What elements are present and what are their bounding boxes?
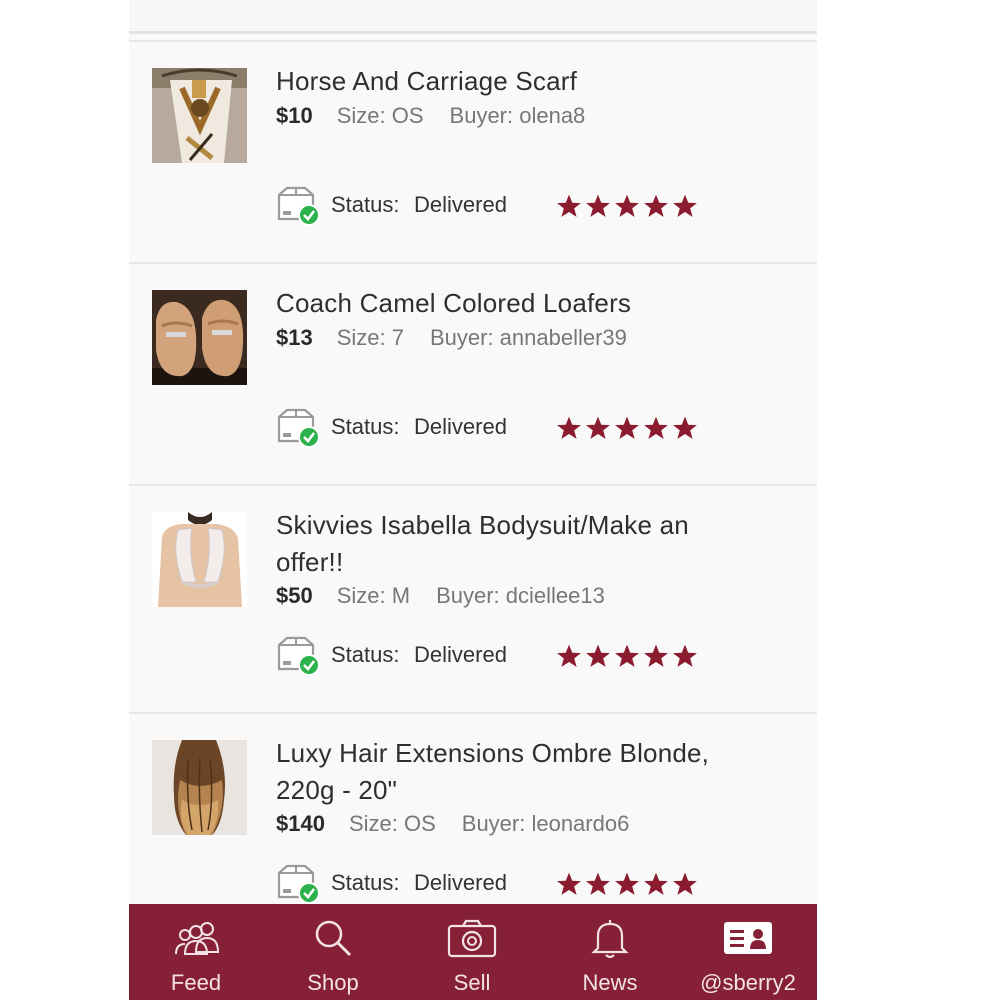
- item-title-line: offer!!: [276, 547, 344, 577]
- app-screen: Horse And Carriage Scarf $10 Size: OS Buye…: [129, 0, 817, 1000]
- star-icon: [615, 194, 639, 217]
- star-icon: [557, 644, 581, 667]
- item-thumbnail[interactable]: [152, 740, 247, 835]
- star-icon: [673, 416, 697, 439]
- item-title[interactable]: Coach Camel Colored Loafers: [276, 285, 776, 322]
- item-size: Size: OS: [336, 103, 424, 128]
- camera-icon: [447, 919, 497, 958]
- item-size: Size: OS: [348, 811, 436, 836]
- star-icon: [673, 644, 697, 667]
- status-value: Delivered: [414, 414, 507, 439]
- top-bar: [129, 0, 817, 34]
- profile-card-icon: [724, 922, 772, 954]
- item-buyer: Buyer: dciellee13: [436, 583, 605, 608]
- tab-profile[interactable]: @sberry2: [683, 904, 813, 1000]
- delivered-package-icon: [277, 186, 320, 226]
- rating-stars: [556, 193, 706, 219]
- item-meta: $10 Size: OS Buyer: olena8: [276, 101, 585, 131]
- status-value: Delivered: [414, 642, 507, 667]
- people-icon: [175, 922, 220, 955]
- star-icon: [557, 194, 581, 217]
- item-price: $13: [276, 325, 313, 350]
- status-value: Delivered: [414, 192, 507, 217]
- hair-photo-icon: [152, 740, 247, 835]
- list-item[interactable]: Horse And Carriage Scarf $10 Size: OS Buye…: [129, 40, 817, 262]
- item-title-line: 220g - 20": [276, 775, 398, 805]
- tab-sell[interactable]: Sell: [407, 904, 537, 1000]
- star-icon: [557, 416, 581, 439]
- item-title-line: Coach Camel Colored Loafers: [276, 288, 632, 318]
- status-value: Delivered: [414, 870, 507, 895]
- tab-label: Shop: [307, 970, 359, 995]
- status-row: Status: Delivered: [276, 636, 756, 676]
- star-icon: [673, 194, 697, 217]
- item-size: Size: 7: [336, 325, 404, 350]
- item-title-line: Horse And Carriage Scarf: [276, 66, 578, 96]
- tab-news[interactable]: News: [545, 904, 675, 1000]
- status-row: Status: Delivered: [276, 408, 756, 448]
- item-buyer: Buyer: leonardo6: [461, 811, 630, 836]
- tab-label: Sell: [453, 970, 491, 995]
- bodysuit-photo-icon: [152, 512, 247, 607]
- delivered-package-icon: [277, 636, 320, 676]
- search-icon: [315, 920, 352, 957]
- bell-icon: [591, 920, 629, 958]
- item-price: $140: [276, 811, 325, 836]
- tab-label: @sberry2: [700, 970, 796, 995]
- star-icon: [644, 416, 668, 439]
- item-meta: $140 Size: OS Buyer: leonardo6: [276, 809, 629, 839]
- status-label: Status:: [331, 414, 400, 439]
- rating-stars: [556, 415, 706, 441]
- status-label: Status:: [331, 642, 400, 667]
- item-buyer: Buyer: olena8: [449, 103, 586, 128]
- item-meta: $50 Size: M Buyer: dciellee13: [276, 581, 605, 611]
- list-item[interactable]: Skivvies Isabella Bodysuit/Make an offer…: [129, 484, 817, 712]
- star-icon: [557, 872, 581, 895]
- status-label: Status:: [331, 870, 400, 895]
- delivered-package-icon: [277, 408, 320, 448]
- tab-feed[interactable]: Feed: [131, 904, 261, 1000]
- tab-shop[interactable]: Shop: [268, 904, 398, 1000]
- item-thumbnail[interactable]: [152, 290, 247, 385]
- item-meta: $13 Size: 7 Buyer: annabeller39: [276, 323, 627, 353]
- star-icon: [673, 872, 697, 895]
- item-title[interactable]: Skivvies Isabella Bodysuit/Make an offer…: [276, 507, 776, 581]
- star-icon: [615, 872, 639, 895]
- scarf-photo-icon: [152, 68, 247, 163]
- star-icon: [615, 416, 639, 439]
- loafers-photo-icon: [152, 290, 247, 385]
- star-icon: [586, 872, 610, 895]
- rating-stars: [556, 871, 706, 897]
- rating-stars: [556, 643, 706, 669]
- delivered-package-icon: [277, 864, 320, 904]
- star-icon: [586, 644, 610, 667]
- status-row: Status: Delivered: [276, 186, 756, 226]
- item-buyer: Buyer: annabeller39: [429, 325, 627, 350]
- star-icon: [586, 416, 610, 439]
- status-row: Status: Delivered: [276, 864, 756, 904]
- star-icon: [644, 194, 668, 217]
- item-thumbnail[interactable]: [152, 512, 247, 607]
- item-title[interactable]: Luxy Hair Extensions Ombre Blonde, 220g …: [276, 735, 776, 809]
- item-price: $50: [276, 583, 313, 608]
- star-icon: [644, 872, 668, 895]
- item-thumbnail[interactable]: [152, 68, 247, 163]
- sold-items-list[interactable]: Horse And Carriage Scarf $10 Size: OS Buye…: [129, 40, 817, 940]
- item-title-line: Luxy Hair Extensions Ombre Blonde,: [276, 738, 710, 768]
- tab-label: News: [582, 970, 638, 995]
- list-item[interactable]: Coach Camel Colored Loafers $13 Size: 7 Bu…: [129, 262, 817, 484]
- tab-label: Feed: [170, 970, 222, 995]
- bottom-tab-bar: Feed Shop Sell News @sberry2: [129, 904, 817, 1000]
- status-label: Status:: [331, 192, 400, 217]
- item-title-line: Skivvies Isabella Bodysuit/Make an: [276, 510, 689, 540]
- item-size: Size: M: [336, 583, 411, 608]
- star-icon: [615, 644, 639, 667]
- star-icon: [586, 194, 610, 217]
- item-price: $10: [276, 103, 313, 128]
- item-title[interactable]: Horse And Carriage Scarf: [276, 63, 776, 100]
- star-icon: [644, 644, 668, 667]
